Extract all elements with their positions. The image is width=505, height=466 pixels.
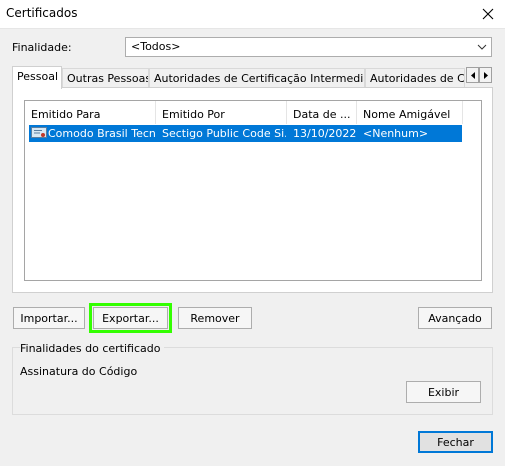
column-header-nome-amigavel[interactable]: Nome Amigável <box>357 101 463 124</box>
cell-emitido-por: Sectigo Public Code Si... <box>162 127 286 140</box>
finalidade-label: Finalidade: <box>12 41 72 54</box>
advanced-button[interactable]: Avançado <box>418 307 492 329</box>
tab-scroll-right-button[interactable] <box>479 67 492 83</box>
table-row[interactable]: Comodo Brasil Tecn... Sectigo Public Cod… <box>29 125 462 142</box>
chevron-down-icon <box>477 44 487 50</box>
close-window-button[interactable] <box>471 0 505 28</box>
close-button-label: Fechar <box>437 435 474 449</box>
close-icon <box>482 8 494 20</box>
tab-strip: Pessoal Outras Pessoas Autoridades de Ce… <box>12 66 493 89</box>
triangle-right-icon <box>483 71 488 79</box>
column-header-emitido-para[interactable]: Emitido Para <box>25 101 156 124</box>
import-button[interactable]: Importar... <box>13 307 85 329</box>
tab-scroll-left-button[interactable] <box>466 67 479 83</box>
close-button[interactable]: Fechar <box>418 431 493 453</box>
remove-button-label: Remover <box>190 311 240 325</box>
view-button[interactable]: Exibir <box>406 381 481 403</box>
tab-pessoal[interactable]: Pessoal <box>12 66 62 89</box>
finalidade-value: <Todos> <box>131 40 181 53</box>
cell-emitido-para: Comodo Brasil Tecn... <box>48 127 156 140</box>
tab-panel: Emitido Para Emitido Por Data de ... Nom… <box>12 87 493 293</box>
view-button-label: Exibir <box>427 385 460 399</box>
tab-outras-pessoas[interactable]: Outras Pessoas <box>62 68 149 87</box>
cell-data: 13/10/2022 <box>293 127 357 140</box>
certificate-icon <box>31 127 47 138</box>
column-header-data[interactable]: Data de ... <box>287 101 357 124</box>
purposes-value: Assinatura do Código <box>20 365 138 378</box>
remove-button[interactable]: Remover <box>178 307 252 329</box>
list-header: Emitido Para Emitido Por Data de ... Nom… <box>25 101 481 124</box>
advanced-button-label: Avançado <box>428 311 482 325</box>
export-button[interactable]: Exportar... <box>89 303 172 333</box>
certificates-dialog: Certificados Finalidade: <Todos> Pessoal… <box>0 0 505 466</box>
cell-nome-amigavel: <Nenhum> <box>363 127 429 140</box>
import-button-label: Importar... <box>20 311 78 325</box>
window-title: Certificados <box>6 6 78 20</box>
triangle-left-icon <box>470 71 475 79</box>
finalidade-dropdown[interactable]: <Todos> <box>125 37 492 57</box>
certificate-list[interactable]: Emitido Para Emitido Por Data de ... Nom… <box>24 100 482 281</box>
title-bar: Certificados <box>0 0 505 29</box>
column-header-emitido-por[interactable]: Emitido Por <box>156 101 287 124</box>
tab-autoridades-raiz[interactable]: Autoridades de Ce <box>365 68 465 87</box>
tab-autoridades-intermediarias[interactable]: Autoridades de Certificação Intermediári… <box>149 68 365 87</box>
export-button-label: Exportar... <box>102 311 159 325</box>
